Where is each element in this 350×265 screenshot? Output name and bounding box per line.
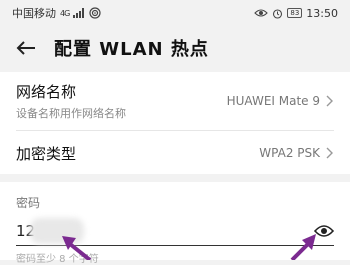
encryption-type-label: 加密类型	[16, 144, 77, 163]
network-name-value: HUAWEI Mate 9	[226, 94, 320, 108]
status-left: 中国移动 4G	[12, 5, 101, 21]
status-bar: 中国移动 4G 83 13:50	[0, 0, 350, 26]
annotation-arrow-left	[62, 236, 92, 260]
eye-status-icon	[254, 9, 269, 17]
encryption-type-value: WPA2 PSK	[259, 146, 320, 160]
annotation-arrow-right	[290, 234, 316, 260]
network-name-text: 网络名称 设备名称用作网络名称	[16, 81, 126, 121]
network-name-sublabel: 设备名称用作网络名称	[16, 107, 126, 120]
page-title: 配置 WLAN 热点	[54, 39, 209, 60]
settings-card: 网络名称 设备名称用作网络名称 HUAWEI Mate 9 加密类型 WPA2 …	[0, 72, 350, 174]
carrier-name: 中国移动	[12, 7, 56, 20]
network-name-right: HUAWEI Mate 9	[227, 94, 334, 108]
wifi-hotspot-icon	[89, 7, 101, 19]
alarm-icon	[273, 8, 283, 19]
network-name-row[interactable]: 网络名称 设备名称用作网络名称 HUAWEI Mate 9	[0, 72, 350, 130]
chevron-right-icon	[326, 147, 333, 159]
password-label: 密码	[16, 196, 41, 210]
signal-bars-icon	[73, 8, 85, 18]
status-right: 83 13:50	[254, 7, 338, 20]
chevron-right-icon	[326, 95, 333, 107]
network-name-label: 网络名称	[16, 83, 77, 101]
arrow-left-icon	[16, 41, 35, 55]
battery-indicator: 83	[287, 8, 303, 18]
back-button[interactable]	[6, 30, 46, 66]
signal-label: 4G	[60, 8, 70, 18]
encryption-type-right: WPA2 PSK	[259, 146, 334, 160]
status-time: 13:50	[306, 6, 338, 20]
encryption-type-row[interactable]: 加密类型 WPA2 PSK	[0, 131, 350, 175]
title-bar: 配置 WLAN 热点	[0, 30, 350, 66]
